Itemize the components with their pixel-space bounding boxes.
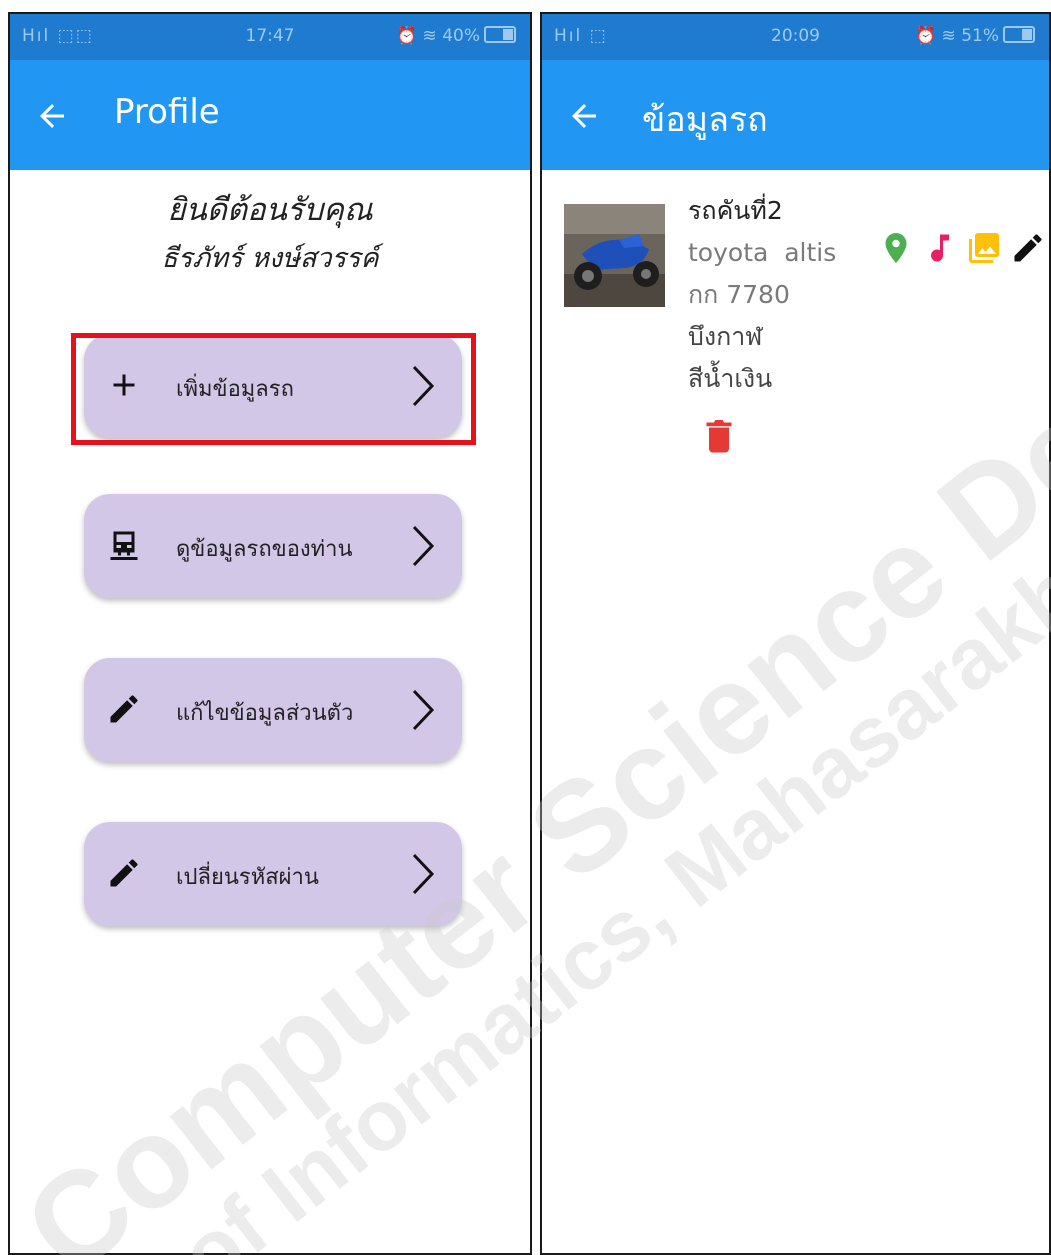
status-bar: Hıl ⬚ 20:09 ⏰ ≋ 51% <box>542 14 1049 60</box>
view-cars-label: ดูข้อมูลรถของท่าน <box>176 537 353 562</box>
page-title: Profile <box>114 92 220 132</box>
edit-profile-label: แก้ไขข้อมูลส่วนตัว <box>176 701 354 726</box>
car-province: บึงกาฬ <box>688 322 763 351</box>
car-plate: กก 7780 <box>688 280 790 309</box>
car-icon <box>110 531 138 560</box>
app-bar: ข้อมูลรถ <box>542 60 1049 170</box>
car-details: รถคันที่2 toyota altis กก 7780 บึงกาฬ สี… <box>688 190 836 400</box>
status-right: ⏰ ≋ 40% <box>396 26 516 46</box>
edit-icon[interactable] <box>1010 228 1046 268</box>
battery-icon <box>1003 26 1035 43</box>
battery-icon <box>484 26 516 43</box>
car-info-screen: Hıl ⬚ 20:09 ⏰ ≋ 51% ข้อมูลรถ รถคันที่2 t… <box>540 12 1051 1255</box>
music-icon[interactable] <box>922 228 958 268</box>
battery-text: ⏰ ≋ 51% <box>914 26 999 46</box>
highlight-box <box>71 333 476 445</box>
status-bar: Hıl ⬚⬚ 17:47 ⏰ ≋ 40% <box>10 14 530 60</box>
pencil-icon <box>110 695 138 723</box>
change-password-button[interactable]: เปลี่ยนรหัสผ่าน <box>84 822 462 926</box>
chevron-right-icon <box>412 853 435 895</box>
edit-profile-button[interactable]: แก้ไขข้อมูลส่วนตัว <box>84 658 462 762</box>
status-right: ⏰ ≋ 51% <box>915 26 1035 46</box>
gallery-icon[interactable] <box>966 228 1002 268</box>
pencil-icon <box>110 859 138 887</box>
back-arrow-icon[interactable] <box>34 98 70 134</box>
car-photo <box>564 204 665 307</box>
trash-icon[interactable] <box>704 414 734 456</box>
chevron-right-icon <box>412 689 435 731</box>
welcome-text: ยินดีต้อนรับคุณ <box>167 192 373 228</box>
back-arrow-icon[interactable] <box>566 98 602 134</box>
page-title: ข้อมูลรถ <box>642 100 768 140</box>
battery-text: ⏰ ≋ 40% <box>395 26 480 46</box>
app-bar: Profile <box>10 60 530 170</box>
change-password-label: เปลี่ยนรหัสผ่าน <box>176 865 319 890</box>
car-color: สีน้ำเงิน <box>688 364 773 393</box>
chevron-right-icon <box>412 525 435 567</box>
user-name: ธีรภัทร์ หงษ์สวรรค์ <box>161 243 379 274</box>
view-cars-button[interactable]: ดูข้อมูลรถของท่าน <box>84 494 462 598</box>
car-name: รถคันที่2 <box>688 196 783 225</box>
car-model: toyota altis <box>688 238 837 267</box>
profile-screen: Hıl ⬚⬚ 17:47 ⏰ ≋ 40% Profile ยินดีต้อนรั… <box>8 12 532 1255</box>
location-icon[interactable] <box>878 228 914 268</box>
